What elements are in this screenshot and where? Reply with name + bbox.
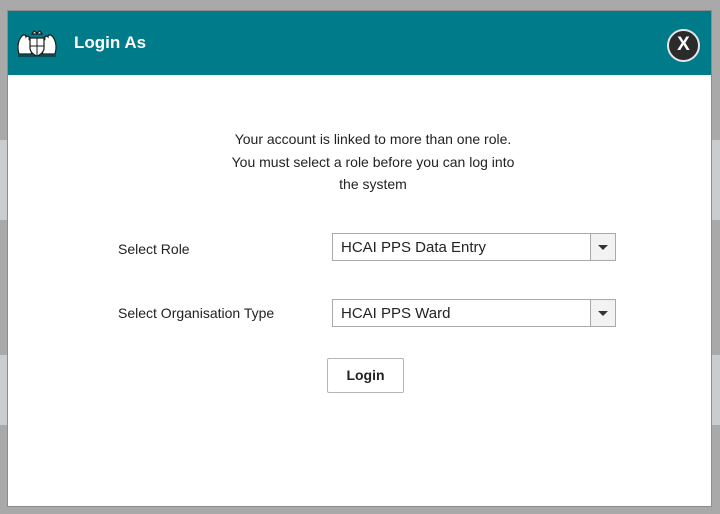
chevron-down-icon[interactable]: [590, 300, 615, 326]
login-button[interactable]: Login: [327, 358, 404, 393]
select-role-value: HCAI PPS Data Entry: [341, 239, 487, 256]
select-role-label: Select Role: [118, 241, 190, 257]
close-button[interactable]: X: [667, 29, 700, 62]
chevron-down-icon[interactable]: [590, 234, 615, 260]
role-info-message: Your account is linked to more than one …: [188, 128, 558, 196]
select-organisation-type-label: Select Organisation Type: [118, 305, 275, 321]
close-icon: X: [677, 34, 690, 55]
royal-coat-of-arms-icon: [17, 30, 57, 57]
message-line-1: Your account is linked to more than one …: [234, 131, 512, 147]
message-line-3: the system: [339, 176, 407, 192]
dialog-titlebar: Login As X: [8, 11, 711, 75]
select-role-dropdown[interactable]: HCAI PPS Data Entry: [332, 233, 616, 261]
select-organisation-type-value: HCAI PPS Ward: [341, 305, 451, 322]
login-as-dialog: Login As X Your account is linked to mor…: [7, 10, 712, 507]
select-organisation-type-dropdown[interactable]: HCAI PPS Ward: [332, 299, 616, 327]
dialog-title: Login As: [74, 33, 147, 52]
message-line-2: You must select a role before you can lo…: [231, 153, 515, 170]
